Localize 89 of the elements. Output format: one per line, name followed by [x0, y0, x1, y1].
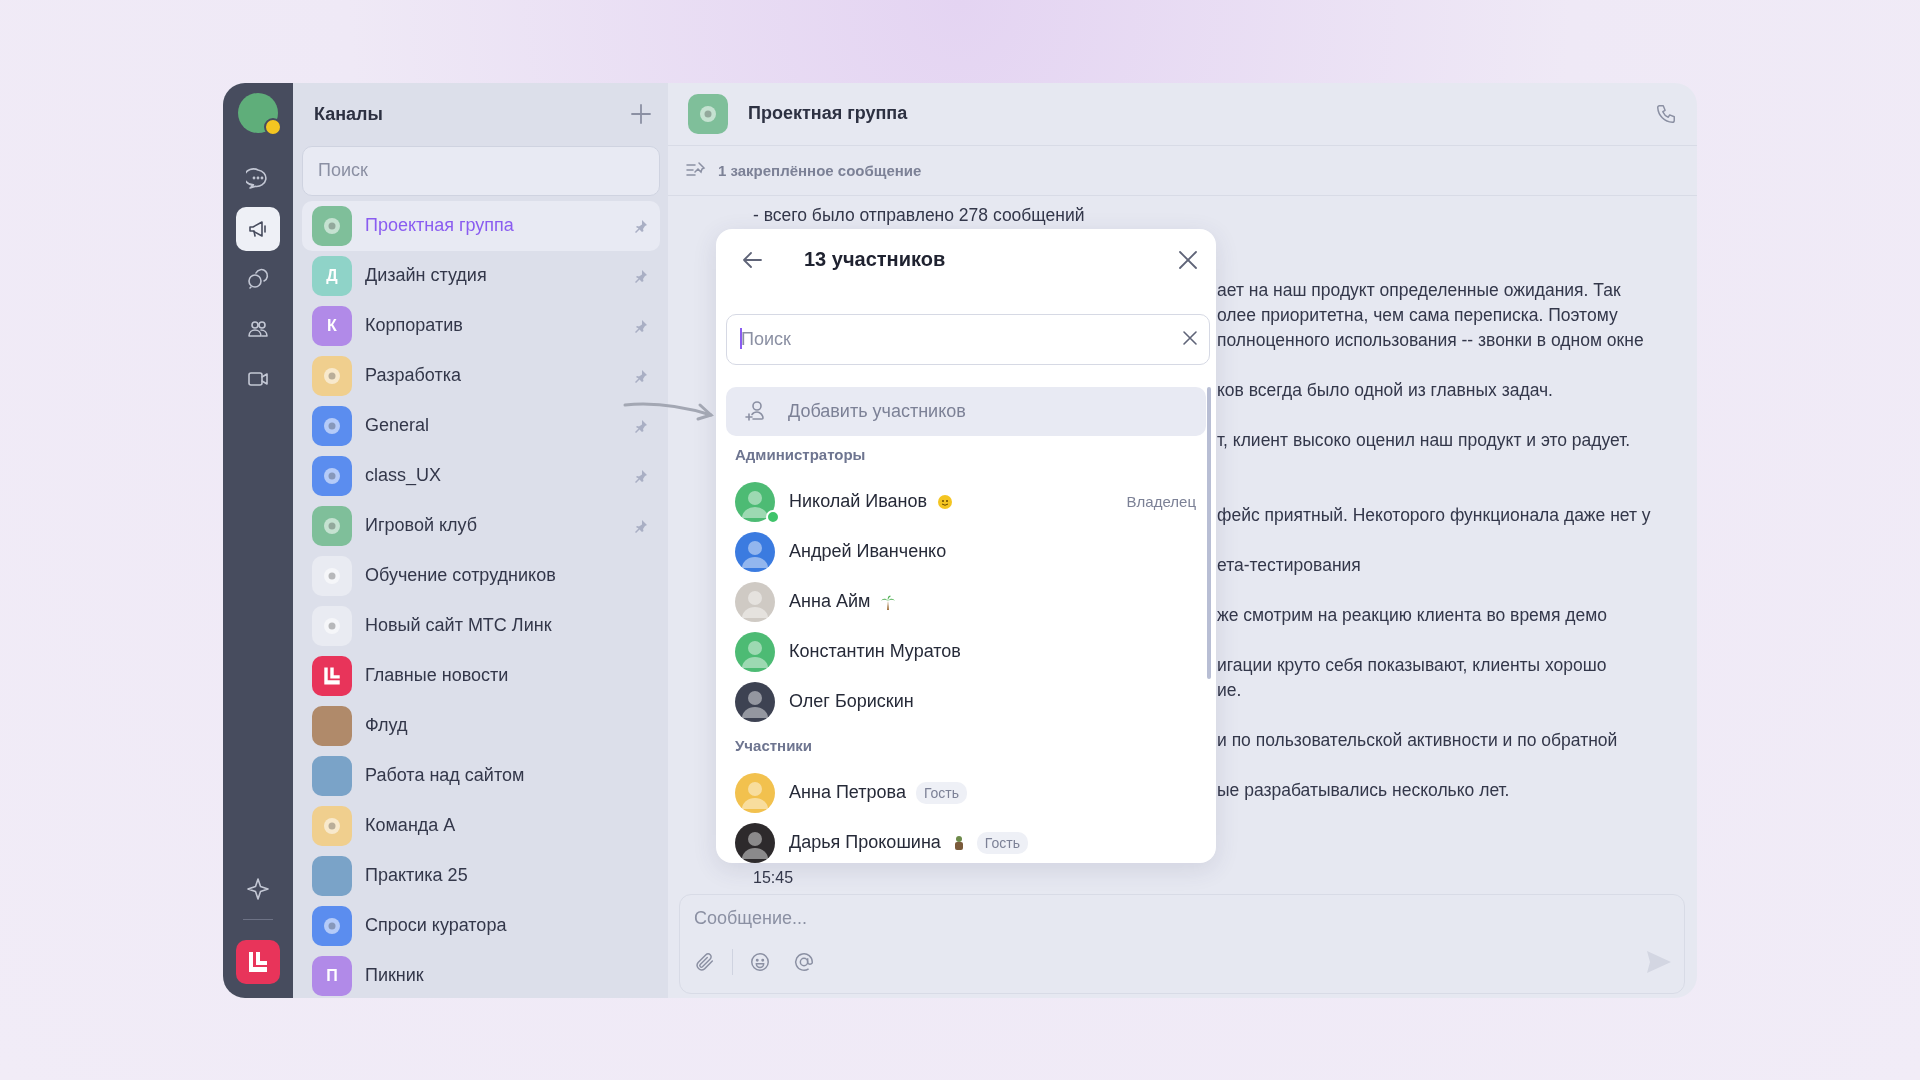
- member-row[interactable]: Анна Петрова Гость: [726, 767, 1206, 818]
- channel-name: Разработка: [365, 365, 461, 386]
- message-text: фейс приятный. Некоторого функционала даже нет у: [1217, 503, 1652, 527]
- message-time: 15:45: [753, 867, 795, 888]
- channel-name: Главные новости: [365, 665, 509, 686]
- member-name: Олег Борискин: [789, 691, 914, 712]
- channel-name: Работа над сайтом: [365, 765, 525, 786]
- member-role: Владелец: [1126, 493, 1196, 510]
- member-name: Анна Айм: [789, 591, 871, 612]
- channel-name: General: [365, 415, 430, 436]
- channel-name: Практика 25: [365, 865, 468, 886]
- message-text: ые разрабатывались несколько лет.: [1217, 778, 1511, 802]
- section-heading: Администраторы: [734, 444, 867, 465]
- message-input[interactable]: Сообщение...: [692, 894, 1672, 943]
- channel-item[interactable]: class_UX: [302, 450, 660, 501]
- channel-name: Флуд: [365, 715, 408, 736]
- smiley-icon: [937, 493, 954, 510]
- channel-name: Новый сайт МТС Линк: [365, 615, 552, 636]
- channel-name: Корпоратив: [365, 315, 463, 336]
- search-field[interactable]: Поиск: [302, 145, 660, 196]
- member-row[interactable]: Константин Муратов: [726, 626, 1206, 677]
- sparkle-icon[interactable]: [246, 876, 270, 901]
- call-button[interactable]: [1655, 102, 1677, 125]
- member-name: Анна Петрова: [789, 782, 906, 803]
- member-name: Константин Муратов: [789, 641, 961, 662]
- member-name: Николай Иванов: [789, 491, 928, 512]
- channel-item[interactable]: Игровой клуб: [302, 500, 660, 551]
- message-text: ает на наш продукт определенные ожидания. Так олее приоритетна, чем сама переписка. Поэтому полноценного использования -- звонки в одном окне: [1217, 278, 1645, 352]
- status-emoji-icon: [264, 117, 282, 136]
- channel-item[interactable]: Новый сайт МТС Линк: [302, 600, 660, 651]
- message-text: т, клиент высоко оценил наш продукт и это радует.: [1217, 428, 1632, 452]
- channel-item[interactable]: General: [302, 400, 660, 451]
- panel-title: Каналы: [314, 103, 383, 125]
- chat-bubble-icon: [246, 166, 270, 191]
- dialog-title: 13 участников: [804, 248, 946, 271]
- section-heading: Участники: [734, 735, 814, 756]
- channel-item[interactable]: Д Дизайн студия: [302, 250, 660, 301]
- channel-item[interactable]: Флуд: [302, 700, 660, 751]
- close-button[interactable]: [1178, 249, 1198, 270]
- channel-name: Проектная группа: [365, 215, 514, 236]
- channel-avatar: К: [312, 305, 352, 346]
- channel-item[interactable]: Спроси куратора: [302, 900, 660, 951]
- member-row[interactable]: Олег Борискин: [726, 676, 1206, 727]
- app-logo-icon[interactable]: [236, 939, 280, 984]
- channel-avatar: П: [312, 955, 352, 996]
- message-composer[interactable]: Сообщение...: [679, 893, 1685, 994]
- guest-badge: Гость: [976, 831, 1028, 854]
- channel-item[interactable]: К Корпоратив: [302, 300, 660, 351]
- channel-avatar: Д: [312, 255, 352, 296]
- channel-item[interactable]: Разработка: [302, 350, 660, 401]
- member-row[interactable]: Дарья Прокошина Гость: [726, 817, 1206, 863]
- channel-name: Обучение сотрудников: [365, 565, 556, 586]
- channel-item[interactable]: Команда А: [302, 800, 660, 851]
- channels-nav-button[interactable]: [236, 206, 280, 251]
- search-field[interactable]: Поиск: [726, 313, 1210, 365]
- channel-name: Игровой клуб: [365, 515, 478, 536]
- member-row[interactable]: Николай Иванов Владелец: [726, 476, 1206, 527]
- member-row[interactable]: Андрей Иванченко: [726, 526, 1206, 577]
- channel-item[interactable]: Практика 25: [302, 850, 660, 901]
- channel-name: Пикник: [365, 965, 424, 986]
- channel-name: Дизайн студия: [365, 265, 487, 286]
- channel-name: class_UX: [365, 465, 442, 486]
- channel-item[interactable]: Проектная группа: [302, 200, 660, 251]
- member-name: Дарья Прокошина: [789, 832, 941, 853]
- message-text: и по пользовательской активности и по обратной: [1217, 728, 1619, 752]
- member-row[interactable]: Анна Айм: [726, 576, 1206, 627]
- channel-avatar: [688, 93, 728, 134]
- user-avatar[interactable]: [238, 92, 278, 133]
- channel-item[interactable]: Обучение сотрудников: [302, 550, 660, 601]
- chat-title: Проектная группа: [748, 103, 908, 124]
- palm-tree-icon: [880, 593, 897, 610]
- pinned-list-icon: [686, 161, 706, 179]
- message-text: игации круто себя показывают, клиенты хорошо ие.: [1217, 653, 1608, 702]
- channel-item[interactable]: Главные новости: [302, 650, 660, 701]
- attach-icon[interactable]: [694, 950, 716, 973]
- channel-item[interactable]: П Пикник: [302, 950, 660, 998]
- channel-item[interactable]: Работа над сайтом: [302, 750, 660, 801]
- emoji-icon[interactable]: [749, 950, 771, 973]
- message-text: - всего было отправлено 278 сообщений: [753, 203, 1086, 227]
- channel-name: Команда А: [365, 815, 456, 836]
- clear-button[interactable]: [1182, 329, 1198, 346]
- message-text: ков всегда было одной из главных задач.: [1217, 378, 1554, 402]
- channel-name: Спроси куратора: [365, 915, 507, 936]
- message-text: же смотрим на реакцию клиента во время демо: [1217, 603, 1608, 627]
- member-name: Андрей Иванченко: [789, 541, 947, 562]
- mention-icon[interactable]: [793, 950, 815, 973]
- guest-badge: Гость: [915, 781, 968, 804]
- message-text: ета-тестирования: [1217, 553, 1362, 577]
- chat-bubbles-icon: [246, 266, 270, 291]
